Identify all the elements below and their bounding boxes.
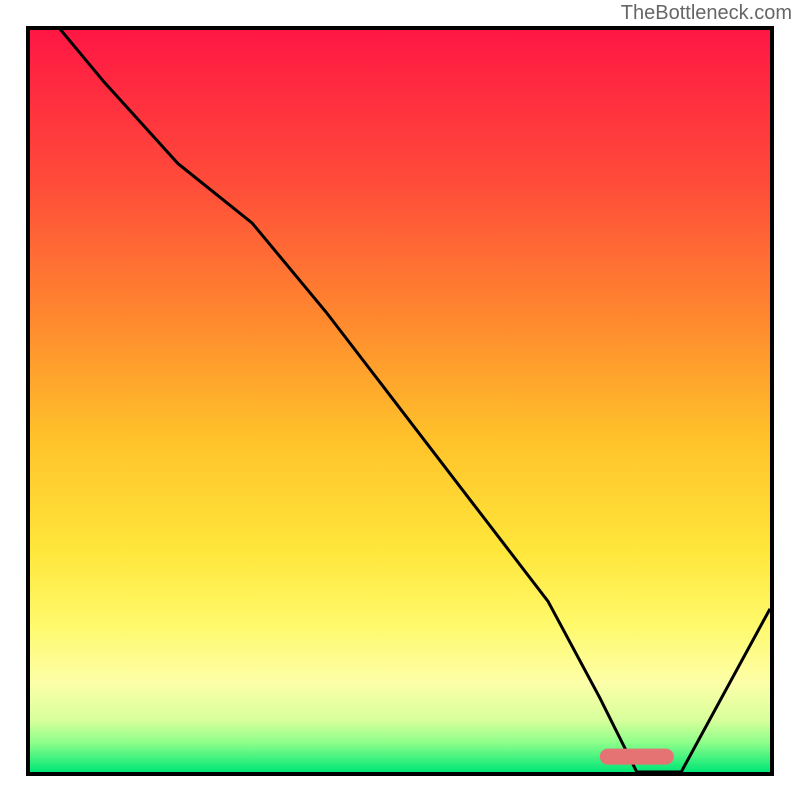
- curve-layer: [30, 30, 770, 772]
- bottleneck-curve: [30, 30, 770, 772]
- chart-container: TheBottleneck.com: [0, 0, 800, 800]
- optimal-marker: [600, 749, 674, 765]
- attribution-text: TheBottleneck.com: [621, 2, 792, 25]
- plot-area: [26, 26, 774, 776]
